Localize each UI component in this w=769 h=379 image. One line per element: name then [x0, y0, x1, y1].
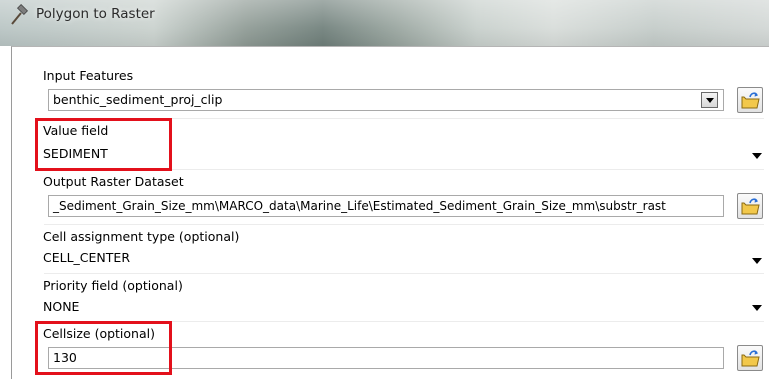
window-title: Polygon to Raster [36, 6, 155, 22]
value-field-chevron-down-icon[interactable] [752, 153, 762, 161]
cell-assignment-label: Cell assignment type (optional) [43, 229, 240, 244]
open-folder-icon [741, 350, 760, 367]
input-features-combo[interactable]: benthic_sediment_proj_clip [48, 89, 724, 111]
priority-field-dropdown[interactable]: NONE [43, 297, 768, 319]
separator [44, 224, 764, 225]
hammer-icon [11, 4, 29, 25]
output-raster-browse-button[interactable] [737, 193, 763, 219]
priority-field-value: NONE [43, 299, 80, 314]
output-raster-value: _Sediment_Grain_Size_mm\MARCO_data\Marin… [53, 199, 666, 213]
cellsize-browse-button[interactable] [737, 345, 763, 371]
priority-field-chevron-down-icon[interactable] [752, 305, 762, 313]
polygon-to-raster-dialog: Polygon to Raster Input Features benthic… [0, 0, 769, 379]
input-features-dropdown-button[interactable] [701, 92, 718, 108]
dialog-body: Input Features benthic_sediment_proj_cli… [11, 46, 769, 379]
value-field-highlight-box [35, 118, 172, 171]
input-features-browse-button[interactable] [737, 87, 763, 113]
separator [44, 273, 764, 274]
priority-field-label: Priority field (optional) [43, 278, 183, 293]
input-features-label: Input Features [43, 68, 134, 83]
cellsize-highlight-box [35, 321, 172, 375]
open-folder-icon [741, 92, 760, 109]
output-raster-label: Output Raster Dataset [43, 174, 184, 189]
cell-assignment-chevron-down-icon[interactable] [752, 258, 762, 266]
open-folder-icon [741, 198, 760, 215]
output-raster-input[interactable]: _Sediment_Grain_Size_mm\MARCO_data\Marin… [48, 195, 724, 217]
input-features-value: benthic_sediment_proj_clip [53, 92, 223, 107]
cell-assignment-value: CELL_CENTER [43, 250, 130, 265]
title-bar[interactable]: Polygon to Raster [0, 0, 769, 46]
cell-assignment-dropdown[interactable]: CELL_CENTER [43, 248, 768, 270]
